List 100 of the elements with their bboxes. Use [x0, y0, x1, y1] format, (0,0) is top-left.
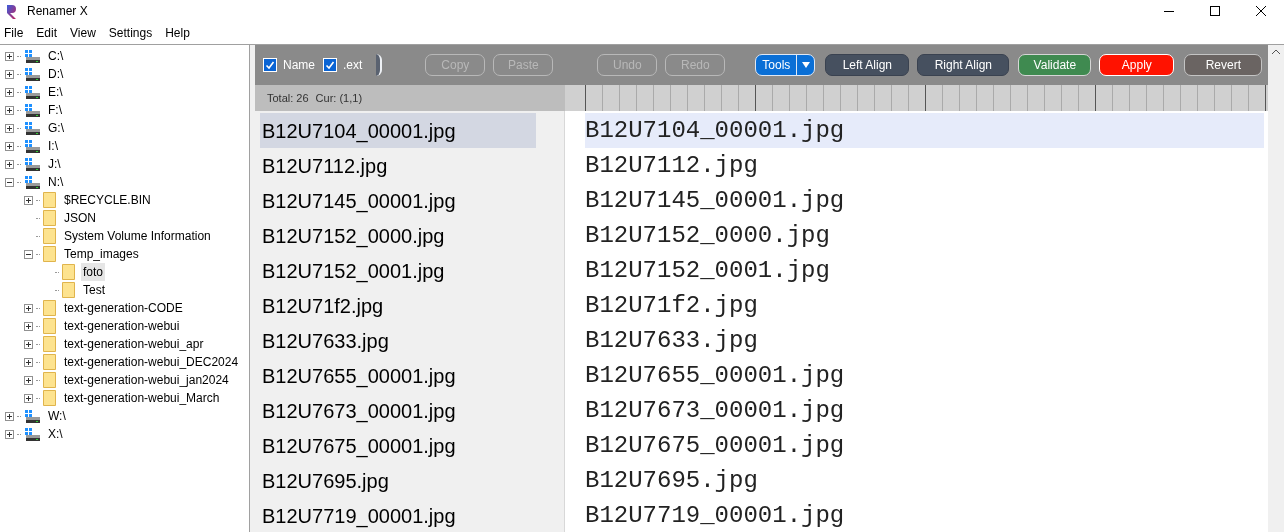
- tree-item[interactable]: N:\: [46, 173, 66, 191]
- tree-item[interactable]: J:\: [46, 155, 63, 173]
- file-name[interactable]: B12U7673_00001.jpg: [260, 393, 536, 428]
- editor-line[interactable]: B12U7112.jpg: [585, 148, 1264, 183]
- menu-item[interactable]: View: [70, 24, 96, 42]
- tree-item[interactable]: Test: [81, 281, 107, 299]
- menu-item[interactable]: Help: [165, 24, 190, 42]
- expand-toggle-icon[interactable]: [5, 69, 14, 79]
- expand-toggle-icon[interactable]: [5, 123, 14, 133]
- editor-line[interactable]: B12U7633.jpg: [585, 323, 1264, 358]
- tree-item[interactable]: C:\: [46, 47, 66, 65]
- file-name[interactable]: B12U7719_00001.jpg: [260, 498, 536, 532]
- file-name[interactable]: B12U71f2.jpg: [260, 288, 536, 323]
- folder-icon: [43, 300, 56, 316]
- expand-toggle-icon[interactable]: [24, 321, 33, 331]
- tree-item[interactable]: I:\: [46, 137, 60, 155]
- folder-icon: [43, 318, 56, 334]
- tree-item[interactable]: text-generation-webui_jan2024: [62, 371, 231, 389]
- expand-toggle-icon[interactable]: [24, 375, 33, 385]
- drive-icon: [24, 85, 40, 99]
- checkbox-label: .ext: [343, 57, 363, 74]
- folder-icon: [43, 390, 56, 406]
- tree-item[interactable]: Temp_images: [62, 245, 141, 263]
- scroll-up-icon[interactable]: [1272, 49, 1280, 54]
- tree-item[interactable]: $RECYCLE.BIN: [62, 191, 153, 209]
- editor-line[interactable]: B12U71f2.jpg: [585, 288, 1264, 323]
- dropdown-caret-icon: [801, 62, 810, 68]
- app-logo-icon: [5, 3, 18, 19]
- tree-item[interactable]: text-generation-webui_apr: [62, 335, 206, 353]
- collapse-handle[interactable]: [376, 54, 383, 76]
- expand-toggle-icon[interactable]: [24, 357, 33, 367]
- expand-toggle-icon[interactable]: [5, 141, 14, 151]
- file-name[interactable]: B12U7152_0001.jpg: [260, 253, 536, 288]
- tree-item[interactable]: X:\: [46, 425, 65, 443]
- file-name[interactable]: B12U7695.jpg: [260, 463, 536, 498]
- minimize-icon: [1164, 10, 1174, 12]
- menu-item[interactable]: File: [4, 24, 24, 42]
- folder-icon: [43, 228, 56, 244]
- toolbar-button[interactable]: Revert: [1184, 54, 1263, 76]
- drive-icon: [24, 121, 40, 135]
- tree-item[interactable]: W:\: [46, 407, 68, 425]
- expand-toggle-icon[interactable]: [5, 411, 14, 421]
- tree-item[interactable]: text-generation-webui: [62, 317, 182, 335]
- tools-button[interactable]: Tools: [755, 54, 816, 76]
- tree-item[interactable]: foto: [81, 263, 105, 281]
- drive-icon: [24, 175, 40, 189]
- toolbar-button[interactable]: Validate: [1018, 54, 1092, 76]
- editor-line[interactable]: B12U7673_00001.jpg: [585, 393, 1264, 428]
- expand-toggle-icon[interactable]: [24, 393, 33, 403]
- expand-toggle-icon[interactable]: [5, 429, 14, 439]
- editor-line[interactable]: B12U7145_00001.jpg: [585, 183, 1264, 218]
- drive-icon: [24, 409, 40, 423]
- drive-icon: [24, 157, 40, 171]
- file-name[interactable]: B12U7675_00001.jpg: [260, 428, 536, 463]
- drive-icon: [24, 139, 40, 153]
- checkbox[interactable]: [323, 58, 337, 72]
- expand-toggle-icon[interactable]: [5, 51, 14, 61]
- tree-item[interactable]: D:\: [46, 65, 66, 83]
- file-name[interactable]: B12U7145_00001.jpg: [260, 183, 536, 218]
- tree-item[interactable]: text-generation-CODE: [62, 299, 185, 317]
- file-name[interactable]: B12U7152_0000.jpg: [260, 218, 536, 253]
- editor-line[interactable]: B12U7695.jpg: [585, 463, 1264, 498]
- maximize-icon: [1210, 6, 1220, 16]
- menu-item[interactable]: Edit: [36, 24, 58, 42]
- vertical-scrollbar[interactable]: [1268, 45, 1284, 532]
- tree-item[interactable]: System Volume Information: [62, 227, 213, 245]
- folder-icon: [43, 246, 56, 262]
- editor-line[interactable]: B12U7675_00001.jpg: [585, 428, 1264, 463]
- expand-toggle-icon[interactable]: [24, 195, 33, 205]
- expand-toggle-icon[interactable]: [24, 339, 33, 349]
- checkbox[interactable]: [263, 58, 277, 72]
- editor-line[interactable]: B12U7152_0001.jpg: [585, 253, 1264, 288]
- tree-item[interactable]: text-generation-webui_March: [62, 389, 222, 407]
- editor-line[interactable]: B12U7719_00001.jpg: [585, 498, 1264, 532]
- expand-toggle-icon[interactable]: [5, 87, 14, 97]
- toolbar-button[interactable]: Right Align: [917, 54, 1010, 76]
- tree-item[interactable]: G:\: [46, 119, 66, 137]
- file-name[interactable]: B12U7633.jpg: [260, 323, 536, 358]
- editor-line[interactable]: B12U7655_00001.jpg: [585, 358, 1264, 393]
- folder-icon: [62, 264, 75, 280]
- tree-item[interactable]: text-generation-webui_DEC2024: [62, 353, 241, 371]
- toolbar-button[interactable]: Left Align: [825, 54, 910, 76]
- collapse-toggle-icon[interactable]: [5, 177, 14, 187]
- collapse-toggle-icon[interactable]: [24, 249, 33, 259]
- folder-icon: [43, 336, 56, 352]
- file-name[interactable]: B12U7655_00001.jpg: [260, 358, 536, 393]
- folder-icon: [43, 210, 56, 226]
- cursor-position: Cur: (1,1): [315, 90, 363, 106]
- expand-toggle-icon[interactable]: [5, 105, 14, 115]
- tree-item[interactable]: E:\: [46, 83, 65, 101]
- window-title: Renamer X: [27, 3, 88, 20]
- file-name[interactable]: B12U7112.jpg: [260, 148, 536, 183]
- file-name[interactable]: B12U7104_00001.jpg: [260, 113, 536, 148]
- expand-toggle-icon[interactable]: [5, 159, 14, 169]
- editor-line[interactable]: B12U7152_0000.jpg: [585, 218, 1264, 253]
- toolbar-button[interactable]: Apply: [1099, 54, 1175, 76]
- expand-toggle-icon[interactable]: [24, 303, 33, 313]
- tree-item[interactable]: F:\: [46, 101, 64, 119]
- tree-item[interactable]: JSON: [62, 209, 98, 227]
- menu-item[interactable]: Settings: [108, 24, 153, 42]
